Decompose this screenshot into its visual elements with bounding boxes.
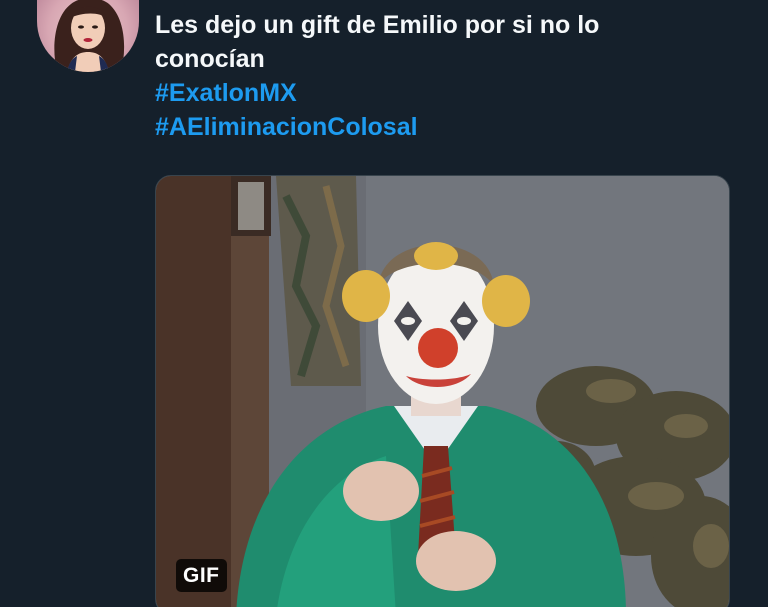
- hashtag-link[interactable]: #AEliminacionColosal: [155, 110, 735, 144]
- tweet-text-line: Les dejo un gift de Emilio por si no lo: [155, 11, 600, 39]
- tweet: Les dejo un gift de Emilio por si no lo …: [0, 0, 768, 607]
- gif-media[interactable]: GIF: [155, 175, 730, 607]
- gif-frame-image: [156, 176, 729, 607]
- user-avatar[interactable]: [37, 0, 139, 72]
- hashtag-link[interactable]: #ExatlonMX: [155, 76, 735, 110]
- gif-badge: GIF: [176, 559, 227, 592]
- tweet-text-line: conocían: [155, 45, 265, 73]
- tweet-text: Les dejo un gift de Emilio por si no lo …: [155, 8, 735, 144]
